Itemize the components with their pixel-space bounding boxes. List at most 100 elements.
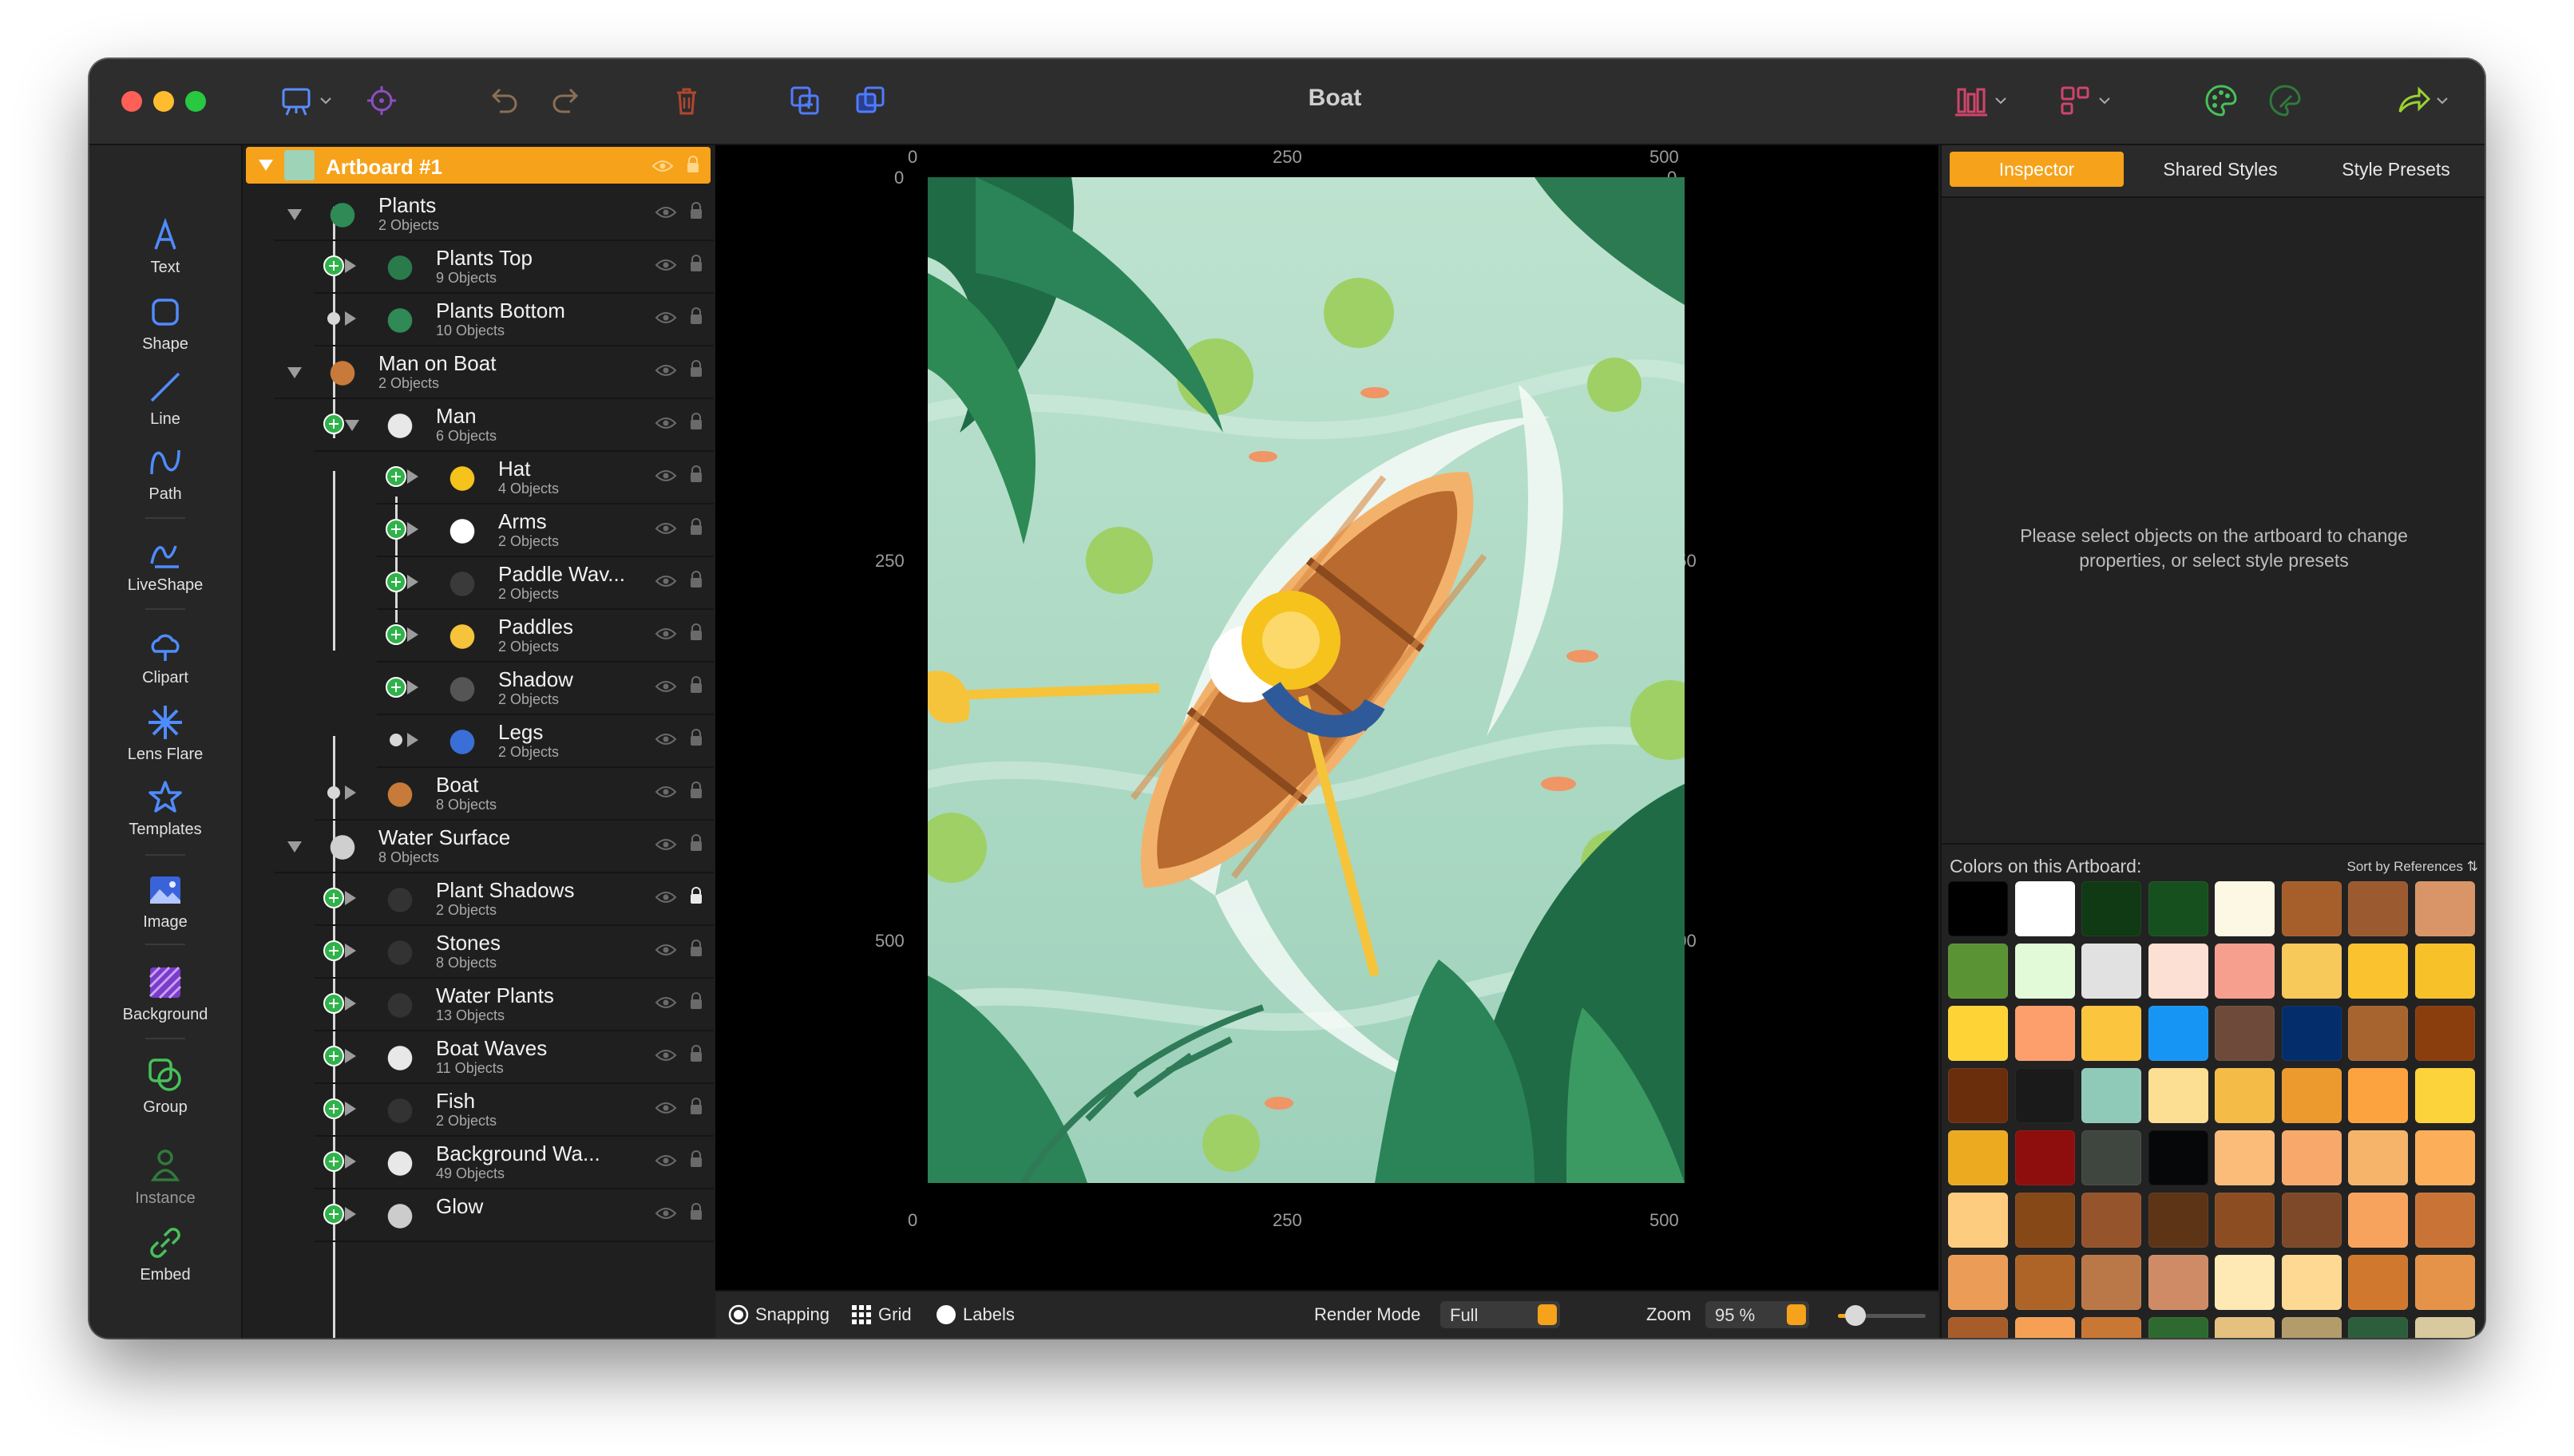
lock-icon-locked[interactable] xyxy=(688,886,704,905)
color-swatch[interactable] xyxy=(2148,1255,2208,1310)
color-swatch[interactable] xyxy=(2148,944,2208,999)
color-swatch[interactable] xyxy=(2281,944,2342,999)
add-layer-icon[interactable] xyxy=(386,677,406,698)
snapping-toggle[interactable]: Snapping xyxy=(728,1304,830,1325)
color-swatch[interactable] xyxy=(2148,1006,2208,1061)
layer-row[interactable]: Background Wa... 49 Objects xyxy=(315,1135,714,1189)
align-button[interactable] xyxy=(2050,77,2117,125)
sort-by-references-button[interactable]: Sort by References ⇅ xyxy=(2347,859,2479,875)
layer-row[interactable]: Stones 8 Objects xyxy=(315,924,714,979)
tool-liveshape[interactable]: LiveShape xyxy=(89,532,241,605)
disclosure-triangle-collapsed[interactable] xyxy=(407,522,418,536)
color-swatch[interactable] xyxy=(2014,1130,2075,1185)
color-swatch[interactable] xyxy=(2215,1006,2275,1061)
color-swatch[interactable] xyxy=(2014,1317,2075,1338)
eye-icon[interactable] xyxy=(655,257,677,273)
color-swatch[interactable] xyxy=(2148,1068,2208,1123)
color-swatch[interactable] xyxy=(1948,1130,2008,1185)
color-swatch[interactable] xyxy=(2215,1317,2275,1338)
color-swatch[interactable] xyxy=(2215,1255,2275,1310)
color-swatch[interactable] xyxy=(2348,1255,2408,1310)
eye-icon[interactable] xyxy=(655,942,677,958)
eye-icon[interactable] xyxy=(655,679,677,694)
color-swatch[interactable] xyxy=(2281,1006,2342,1061)
eye-icon[interactable] xyxy=(655,1205,677,1221)
color-swatch[interactable] xyxy=(2281,1193,2342,1248)
disclosure-triangle-collapsed[interactable] xyxy=(345,944,356,958)
eye-icon[interactable] xyxy=(655,362,677,378)
color-swatch[interactable] xyxy=(2348,1068,2408,1123)
eye-icon[interactable] xyxy=(651,158,674,174)
undo-button[interactable] xyxy=(479,77,527,125)
artboard-menu-button[interactable] xyxy=(273,77,337,125)
eye-icon[interactable] xyxy=(655,731,677,747)
color-swatch[interactable] xyxy=(2081,1255,2141,1310)
duplicate-button[interactable] xyxy=(781,77,829,125)
tool-shape[interactable]: Shape xyxy=(89,291,241,364)
color-swatch[interactable] xyxy=(2014,1068,2075,1123)
close-window-button[interactable] xyxy=(121,91,142,112)
layer-row[interactable]: Paddle Wav... 2 Objects xyxy=(377,556,714,610)
layer-row[interactable]: Man 6 Objects xyxy=(315,398,714,452)
add-layer-icon[interactable] xyxy=(386,519,406,540)
tool-lens-flare[interactable]: Lens Flare xyxy=(89,701,241,774)
layer-row[interactable]: Fish 2 Objects xyxy=(315,1082,714,1137)
color-swatch[interactable] xyxy=(2414,1193,2475,1248)
tool-text[interactable]: Text xyxy=(89,214,241,287)
add-layer-icon[interactable] xyxy=(323,1151,344,1172)
color-swatch[interactable] xyxy=(2081,1317,2141,1338)
color-swatch[interactable] xyxy=(2215,944,2275,999)
add-layer-icon[interactable] xyxy=(323,1098,344,1119)
lock-icon[interactable] xyxy=(688,570,704,589)
add-layer-icon[interactable] xyxy=(386,572,406,592)
add-layer-icon[interactable] xyxy=(323,1046,344,1066)
zoom-window-button[interactable] xyxy=(185,91,206,112)
redo-button[interactable] xyxy=(543,77,591,125)
disclosure-triangle-collapsed[interactable] xyxy=(407,575,418,589)
disclosure-triangle-collapsed[interactable] xyxy=(345,1207,356,1221)
lock-icon[interactable] xyxy=(688,833,704,853)
color-swatch[interactable] xyxy=(2348,944,2408,999)
disclosure-triangle-collapsed[interactable] xyxy=(345,311,356,326)
layer-row[interactable]: Glow xyxy=(315,1188,714,1242)
add-layer-icon[interactable] xyxy=(323,255,344,276)
color-swatch[interactable] xyxy=(2148,881,2208,936)
disclosure-triangle-collapsed[interactable] xyxy=(407,733,418,747)
add-layer-icon[interactable] xyxy=(323,1204,344,1225)
color-swatch[interactable] xyxy=(1948,881,2008,936)
color-swatch[interactable] xyxy=(2348,1130,2408,1185)
lock-icon[interactable] xyxy=(688,1202,704,1221)
disclosure-triangle-collapsed[interactable] xyxy=(345,996,356,1011)
tool-clipart[interactable]: Clipart xyxy=(89,624,241,698)
disclosure-triangle-collapsed[interactable] xyxy=(407,627,418,642)
tool-line[interactable]: Line xyxy=(89,366,241,439)
add-layer-icon[interactable] xyxy=(323,413,344,434)
disclosure-triangle-expanded[interactable] xyxy=(287,209,302,220)
artboard-row[interactable]: Artboard #1 xyxy=(246,147,711,184)
color-swatch[interactable] xyxy=(2414,1130,2475,1185)
eye-icon[interactable] xyxy=(655,520,677,536)
color-swatch[interactable] xyxy=(2281,881,2342,936)
color-swatch[interactable] xyxy=(1948,1255,2008,1310)
layer-row[interactable]: Plants Top 9 Objects xyxy=(315,239,714,294)
eye-icon[interactable] xyxy=(655,310,677,326)
add-layer-icon[interactable] xyxy=(386,624,406,645)
lock-icon[interactable] xyxy=(688,1044,704,1063)
disclosure-triangle-expanded[interactable] xyxy=(345,420,359,431)
color-swatch[interactable] xyxy=(2215,1068,2275,1123)
color-swatch[interactable] xyxy=(2348,881,2408,936)
tool-path[interactable]: Path xyxy=(89,441,241,514)
color-picker-button[interactable] xyxy=(2261,77,2309,125)
disclosure-triangle-collapsed[interactable] xyxy=(345,785,356,800)
lock-icon[interactable] xyxy=(688,517,704,536)
lock-icon[interactable] xyxy=(688,465,704,484)
layer-row[interactable]: Hat 4 Objects xyxy=(377,450,714,504)
render-mode-select[interactable]: Full xyxy=(1440,1301,1560,1328)
palette-button[interactable] xyxy=(2197,77,2245,125)
tool-background[interactable]: Background xyxy=(89,961,241,1035)
color-swatch[interactable] xyxy=(2014,1255,2075,1310)
color-swatch[interactable] xyxy=(2081,1193,2141,1248)
disclosure-triangle-expanded[interactable] xyxy=(287,841,302,853)
lock-icon[interactable] xyxy=(688,781,704,800)
disclosure-triangle-expanded[interactable] xyxy=(287,367,302,378)
